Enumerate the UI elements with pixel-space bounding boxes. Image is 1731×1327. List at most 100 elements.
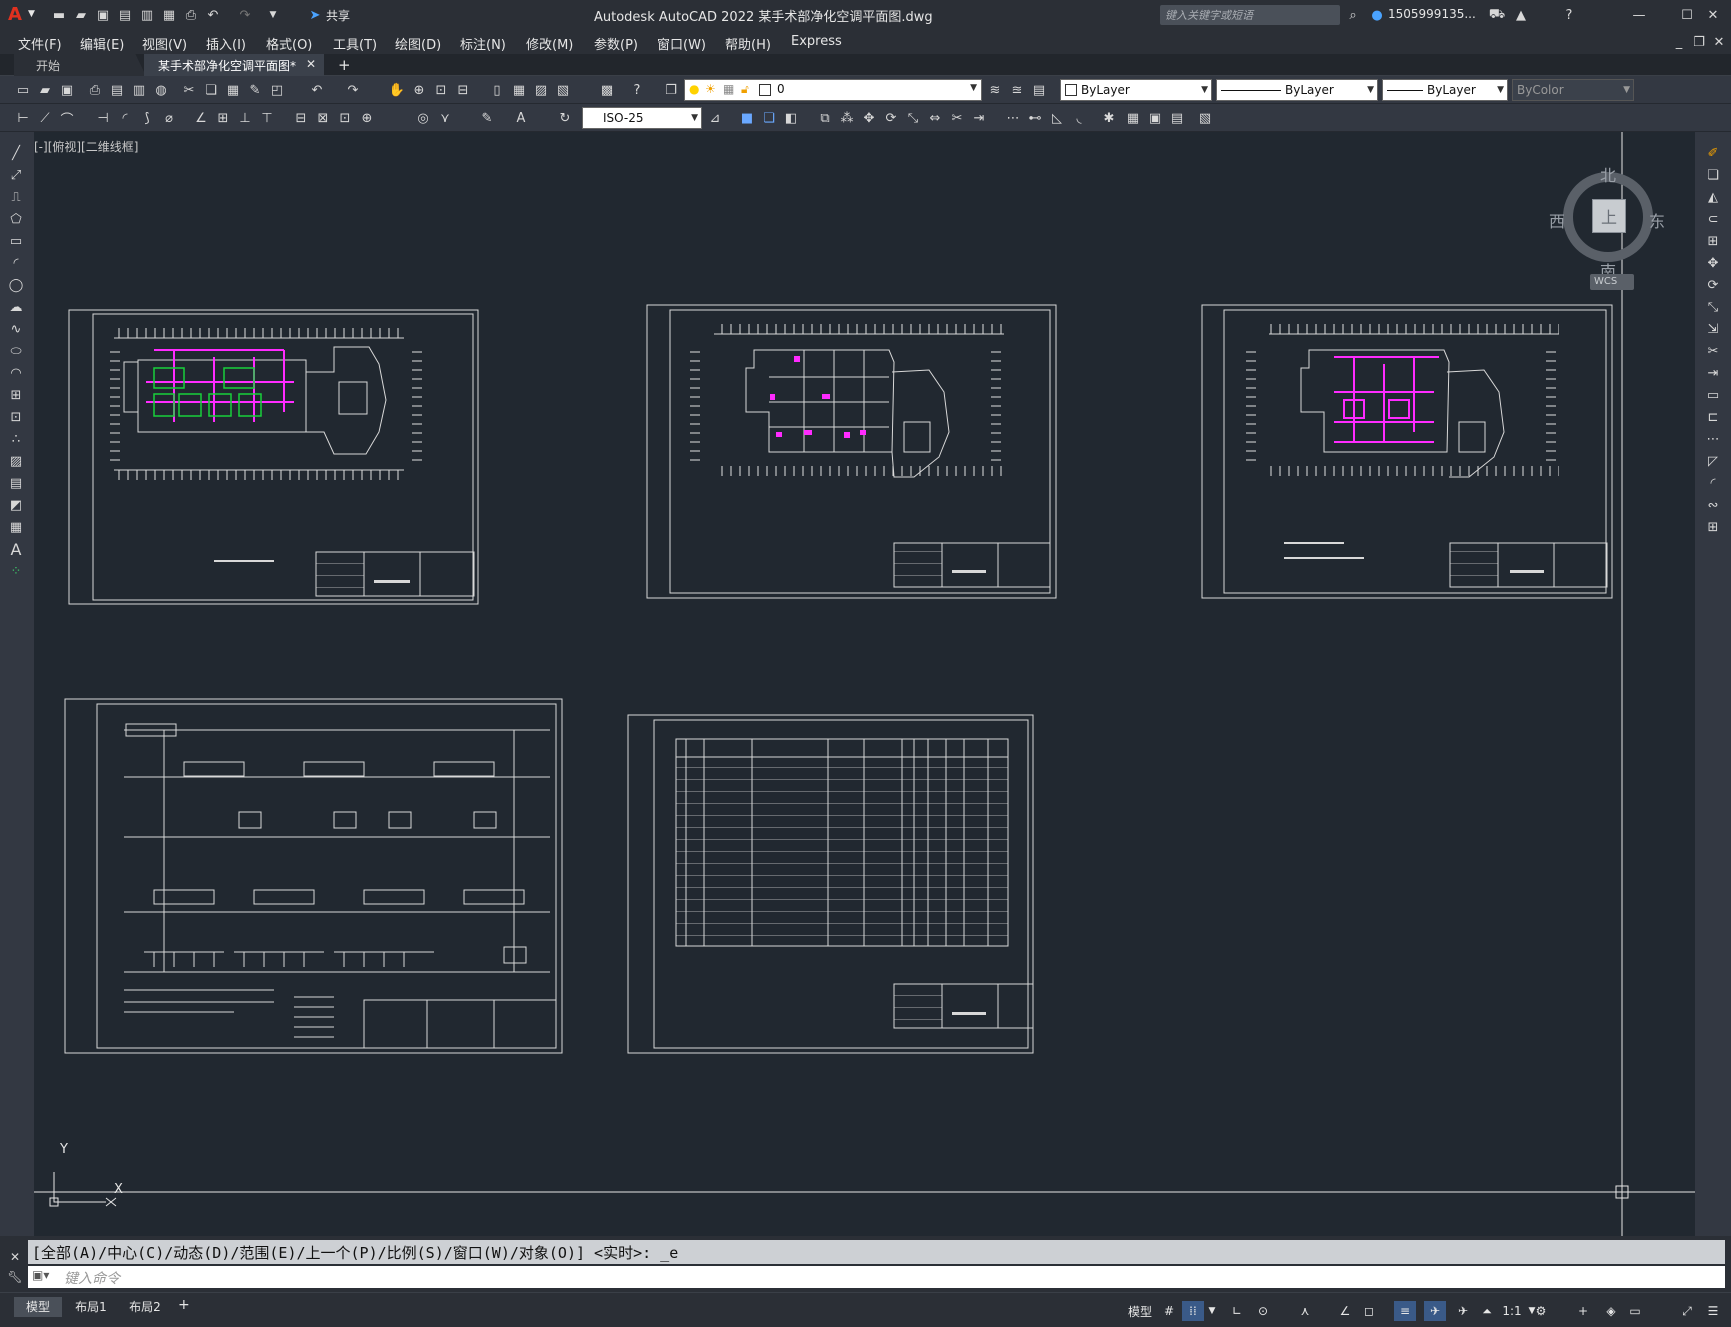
menu-parametric[interactable]: 参数(P) [594,34,638,53]
layout-tab-model[interactable]: 模型 [14,1297,62,1317]
sheet-plan-3[interactable] [1201,304,1613,599]
dim-continue-icon[interactable]: ⊤ [258,109,276,127]
app-menu-chevron-icon[interactable]: ▼ [28,9,35,19]
add-tab-button[interactable]: + [338,56,351,74]
dim-jogged-icon[interactable]: ⟆ [138,109,156,127]
user-icon[interactable]: ● [1368,6,1386,24]
menu-window[interactable]: 窗口(W) [657,34,706,53]
maximize-icon[interactable]: ☐ [1678,6,1696,24]
share-label[interactable]: 共享 [326,7,350,24]
scale-value[interactable]: 1:1 [1500,1301,1524,1321]
layer-properties-icon[interactable]: ❐ [662,81,680,99]
offset-icon[interactable]: ⧉ [816,109,834,127]
move-icon[interactable]: ✥ [860,109,878,127]
matchprop-icon[interactable]: ✎ [246,81,264,99]
design-center-icon[interactable]: ▦ [510,81,528,99]
dim-aligned-icon[interactable]: ⟋ [36,109,54,127]
tool-palettes-icon[interactable]: ▨ [532,81,550,99]
redo-icon[interactable]: ↷ [344,81,362,99]
hatch-icon[interactable]: ▨ [7,452,25,470]
menu-express[interactable]: Express [791,34,842,49]
layout-tab-1[interactable]: 布局1 [66,1297,116,1317]
autodesk-a360-icon[interactable]: ▲ [1512,6,1530,24]
viewcube-top-face[interactable]: 上 [1592,199,1626,233]
preview-icon[interactable]: ▤ [108,81,126,99]
ellipse-icon[interactable]: ⬭ [7,342,25,360]
add-layout-button[interactable]: + [178,1297,190,1313]
freeze-vp-icon[interactable]: ▦ [723,82,734,96]
compass-north[interactable]: 北 [1600,162,1616,186]
auto-scale-icon[interactable]: ✈ [1452,1301,1474,1321]
insert-block-icon[interactable]: ⊞ [7,386,25,404]
menu-insert[interactable]: 插入(I) [206,34,246,53]
redo-icon[interactable]: ↷ [236,6,254,24]
quick-properties-icon[interactable]: ▭ [1624,1301,1646,1321]
dim-arc-icon[interactable]: ⌒ [58,109,76,128]
point-icon[interactable]: ∴ [7,430,25,448]
fillet-icon[interactable]: ◜ [1704,474,1722,492]
menu-tools[interactable]: 工具(T) [333,34,377,53]
mtext-icon[interactable]: A [7,540,25,559]
dim-ordinate-icon[interactable]: ⊣ [94,109,112,127]
arc-icon[interactable]: ◜ [7,254,25,272]
copy-icon[interactable]: ❏ [202,81,220,99]
quick-dim-icon[interactable]: ⊞ [214,109,232,127]
tolerance-icon[interactable]: ⊡ [336,109,354,127]
make-current-layer-icon[interactable]: ≋ [986,81,1004,99]
close-command-icon[interactable]: ✕ [6,1248,24,1266]
lineweight-display-icon[interactable]: ≡ [1394,1301,1416,1321]
center-mark-icon[interactable]: ⊕ [358,109,376,127]
stretch-icon[interactable]: ⇔ [926,109,944,127]
dim-linear-icon[interactable]: ⊢ [14,109,32,127]
mirror-icon[interactable]: ◧ [782,109,800,127]
dim-style-icon[interactable]: ⊿ [706,109,724,127]
join-icon[interactable]: ⋯ [1704,430,1722,448]
share-icon[interactable]: ➤ [306,6,324,24]
layer-dropdown[interactable]: ● ☀ ▦ 🔓︎ 0 ▼ [684,79,982,101]
menu-edit[interactable]: 编辑(E) [80,34,124,53]
blend-curves-icon[interactable]: ∾ [1704,496,1722,514]
minimize-icon[interactable]: — [1630,6,1648,24]
cart-icon[interactable]: ⛟ [1488,6,1506,24]
annotation-visibility-icon[interactable]: ✈ [1424,1301,1446,1321]
rectangle-icon[interactable]: ▭ [7,232,25,250]
fullscreen-icon[interactable]: ⤢ [1676,1301,1698,1321]
line-icon[interactable]: ╱ [7,144,25,162]
array-icon[interactable]: ⊞ [1704,232,1722,250]
purge-icon[interactable]: ▧ [1196,109,1214,127]
lock-icon[interactable]: 🔓︎ [741,82,749,97]
3dprint-icon[interactable]: ◍ [152,81,170,99]
erase-icon[interactable]: ■ [738,109,756,127]
print-icon[interactable]: ⎙ [182,6,200,24]
dimstyle-dropdown[interactable]: ISO-25 ▼ [582,107,702,129]
open-file-icon[interactable]: ▰ [72,6,90,24]
break-icon[interactable]: ⋯ [1004,109,1022,127]
lineweight-dropdown[interactable]: ByLayer ▼ [1382,79,1508,101]
doc-close-icon[interactable]: ✕ [1710,33,1728,51]
zoom-window-icon[interactable]: ⊡ [432,81,450,99]
scale-icon[interactable]: ⤡ [904,109,922,127]
plot-icon[interactable]: ▦ [160,6,178,24]
rotate-icon[interactable]: ⟳ [882,109,900,127]
compass-east[interactable]: 东 [1649,208,1665,232]
menu-dimension[interactable]: 标注(N) [460,34,506,53]
region-icon[interactable]: ◩ [7,496,25,514]
extend-icon[interactable]: ⇥ [970,109,988,127]
fillet-icon[interactable]: ◟ [1070,109,1088,127]
linetype-dropdown[interactable]: ByLayer ▼ [1216,79,1378,101]
add-selected-icon[interactable]: ⁘ [7,562,25,580]
customize-icon[interactable]: ▼ [264,6,282,24]
calculator-icon[interactable]: ▩ [598,81,616,99]
tab-close-icon[interactable]: ✕ [306,57,316,71]
isodraft-icon[interactable]: ⋏ [1294,1301,1316,1321]
sheet-set-icon[interactable]: ▧ [554,81,572,99]
app-logo[interactable]: A [8,4,22,25]
inspect-icon[interactable]: ◎ [414,109,432,127]
units-icon[interactable]: ◈ [1600,1301,1622,1321]
search-icon[interactable]: ⌕ [1344,6,1362,24]
command-input[interactable]: ▣▾ 键入命令 [28,1266,1725,1288]
offset-icon[interactable]: ⊂ [1704,210,1722,228]
circle-icon[interactable]: ◯ [7,276,25,294]
scale-icon[interactable]: ⤡ [1704,298,1722,316]
table-icon[interactable]: ▦ [7,518,25,536]
